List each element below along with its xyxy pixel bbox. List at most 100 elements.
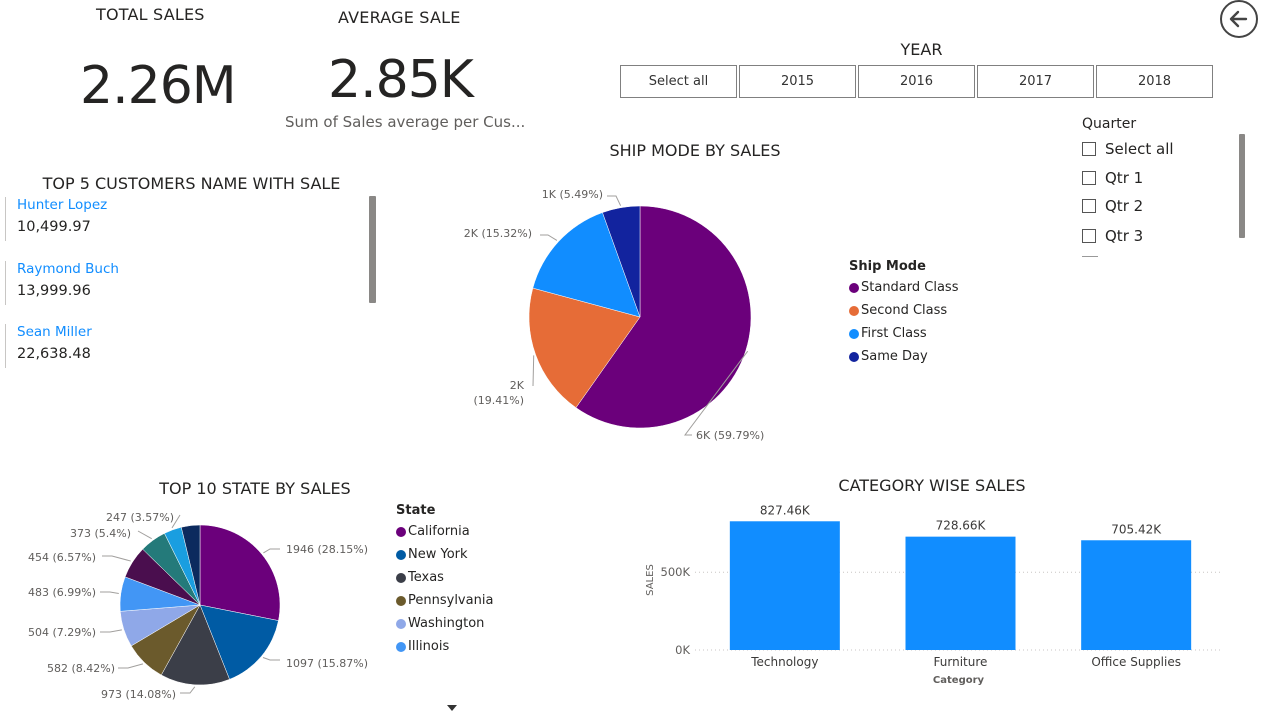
year-slicer: Select all 2015 2016 2017 2018 xyxy=(620,65,1213,98)
leader-line xyxy=(100,591,119,595)
customer-name[interactable]: Raymond Buch xyxy=(17,261,119,277)
x-axis-title: Category xyxy=(933,675,985,686)
customer-card[interactable]: Raymond Buch 13,999.96 xyxy=(5,261,119,305)
y-axis-title: SALES xyxy=(645,564,656,596)
top-customers-title: TOP 5 CUSTOMERS NAME WITH SALE xyxy=(42,174,341,193)
legend-marker xyxy=(396,526,406,537)
quarter-option-select-all[interactable]: Select all xyxy=(1082,140,1174,158)
data-label: 373 (5.4%) xyxy=(70,527,131,540)
leader-line xyxy=(540,234,558,241)
legend-marker xyxy=(849,282,859,293)
leader-line xyxy=(607,195,622,206)
data-label: 6K (59.79%) xyxy=(696,429,764,442)
legend-marker xyxy=(396,595,406,606)
legend-marker xyxy=(396,572,406,583)
checkbox[interactable] xyxy=(1082,142,1096,156)
year-option-2018[interactable]: 2018 xyxy=(1096,65,1213,98)
leader-line xyxy=(118,663,144,669)
legend-label: Pennsylvania xyxy=(408,593,494,608)
legend-item[interactable]: Pennsylvania xyxy=(396,593,493,608)
bar[interactable] xyxy=(729,521,840,650)
legend-label: California xyxy=(408,524,470,539)
quarter-option-partial xyxy=(1082,256,1098,257)
data-label: 705.42K xyxy=(1111,522,1162,536)
customer-name[interactable]: Hunter Lopez xyxy=(17,197,107,213)
legend-item[interactable]: Standard Class xyxy=(849,280,958,295)
year-slicer-title: YEAR xyxy=(900,40,943,59)
legend-label: Same Day xyxy=(861,349,928,364)
data-label: 728.66K xyxy=(936,519,987,533)
quarter-option-label: Qtr 2 xyxy=(1105,197,1144,215)
year-option-2016[interactable]: 2016 xyxy=(858,65,975,98)
legend-label: Second Class xyxy=(861,303,948,318)
leader-line xyxy=(102,555,131,562)
back-button[interactable] xyxy=(1220,0,1258,38)
legend-item[interactable]: Same Day xyxy=(849,349,958,364)
legend-item[interactable]: Second Class xyxy=(849,303,958,318)
legend-label: Standard Class xyxy=(861,280,959,295)
quarter-slicer-scrollbar[interactable] xyxy=(1239,134,1245,238)
legend-item[interactable]: New York xyxy=(396,547,493,562)
category-bar-chart: 0K 500K SALES 827.46K Technology 728.66K Furni… xyxy=(645,503,1222,686)
legend-item[interactable]: First Class xyxy=(849,326,958,341)
checkbox[interactable] xyxy=(1082,199,1096,213)
customer-card[interactable]: Hunter Lopez 10,499.97 xyxy=(5,197,107,241)
pie-slice[interactable] xyxy=(199,524,281,621)
customer-sales: 10,499.97 xyxy=(17,219,91,235)
legend-item[interactable]: Texas xyxy=(396,570,493,585)
state-legend: State California New York Texas Pennsylvani… xyxy=(396,503,493,654)
quarter-option-qtr1[interactable]: Qtr 1 xyxy=(1082,169,1143,187)
quarter-option-label: Select all xyxy=(1105,140,1174,158)
year-option-2015[interactable]: 2015 xyxy=(739,65,856,98)
legend-item[interactable]: Illinois xyxy=(396,639,493,654)
data-label: 582 (8.42%) xyxy=(47,662,115,675)
data-label: 454 (6.57%) xyxy=(28,551,96,564)
ship-mode-title: SHIP MODE BY SALES xyxy=(609,141,781,160)
total-sales-value: 2.26M xyxy=(80,56,237,116)
year-option-select-all[interactable]: Select all xyxy=(620,65,737,98)
legend-marker xyxy=(396,618,406,629)
bar[interactable] xyxy=(905,536,1016,650)
ship-mode-legend: Ship Mode Standard Class Second Class Firs… xyxy=(849,259,958,364)
legend-marker xyxy=(849,351,859,362)
ship-mode-pie-chart: 6K (59.79%) 2K (19.41%) 2K (15.32%) 1K (5.49… xyxy=(464,188,764,442)
customers-scrollbar[interactable] xyxy=(369,196,376,303)
legend-label: Illinois xyxy=(408,639,450,654)
legend-marker xyxy=(849,305,859,316)
legend-label: New York xyxy=(408,547,468,562)
average-sale-value: 2.85K xyxy=(328,50,474,110)
customer-card[interactable]: Sean Miller 22,638.48 xyxy=(5,324,92,368)
leader-line xyxy=(100,629,122,633)
x-tick-label: Office Supplies xyxy=(1091,655,1181,669)
quarter-option-qtr3[interactable]: Qtr 3 xyxy=(1082,227,1143,245)
data-label: 1K (5.49%) xyxy=(542,188,603,201)
checkbox[interactable] xyxy=(1082,171,1096,185)
legend-label: First Class xyxy=(861,326,927,341)
checkbox[interactable] xyxy=(1082,229,1096,243)
average-sale-subtitle: Sum of Sales average per Cus... xyxy=(285,113,526,131)
legend-item[interactable]: California xyxy=(396,524,493,539)
y-tick-label: 0K xyxy=(675,643,690,657)
legend-scroll-down[interactable] xyxy=(446,697,458,716)
data-label: 973 (14.08%) xyxy=(101,688,176,701)
leader-line xyxy=(532,355,535,387)
legend-marker xyxy=(849,328,859,339)
year-option-2017[interactable]: 2017 xyxy=(977,65,1094,98)
legend-item[interactable]: Washington xyxy=(396,616,493,631)
top-states-pie-chart: 1946 (28.15%) 1097 (15.87%) 973 (14.08%) 58… xyxy=(28,511,368,701)
y-tick-label: 500K xyxy=(661,565,691,579)
customer-sales: 22,638.48 xyxy=(17,346,91,362)
back-arrow-icon xyxy=(1229,10,1248,28)
legend-marker xyxy=(396,549,406,560)
data-label: 1946 (28.15%) xyxy=(286,543,368,556)
legend-label: Texas xyxy=(408,570,444,585)
data-label: 1097 (15.87%) xyxy=(286,657,368,670)
quarter-option-qtr2[interactable]: Qtr 2 xyxy=(1082,197,1143,215)
category-title: CATEGORY WISE SALES xyxy=(838,476,1026,495)
customer-name[interactable]: Sean Miller xyxy=(17,324,92,340)
total-sales-title: TOTAL SALES xyxy=(96,5,205,24)
legend-marker xyxy=(396,641,406,652)
data-label: 827.46K xyxy=(760,503,811,517)
bar[interactable] xyxy=(1081,540,1192,650)
data-label: 483 (6.99%) xyxy=(28,586,96,599)
